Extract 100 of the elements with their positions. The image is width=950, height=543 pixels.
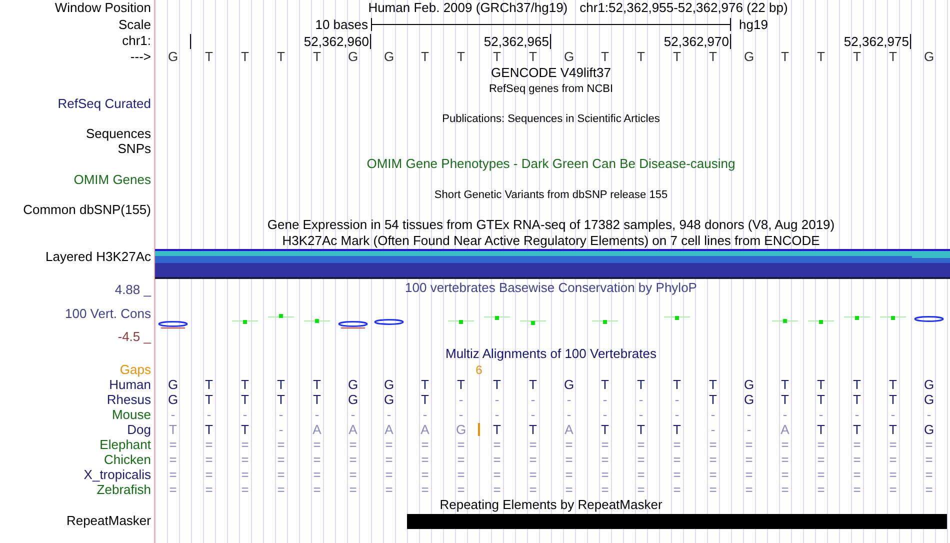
alignment-base: T: [421, 392, 429, 406]
alignment-base: T: [673, 378, 681, 392]
alignment-base: =: [925, 438, 933, 452]
alignment-base: T: [853, 422, 861, 436]
axis-max-label: 4.88 _: [114, 283, 151, 297]
track-title: Short Genetic Variants from dbSNP release 155: [434, 188, 668, 202]
alignment-base: =: [709, 468, 717, 482]
alignment-base: -: [278, 408, 284, 422]
alignment-base: =: [637, 452, 645, 466]
alignment-base: T: [853, 378, 861, 392]
alignment-base: T: [889, 378, 897, 392]
alignment-base: -: [710, 408, 716, 422]
alignment-base: =: [745, 452, 753, 466]
alignment-base: =: [277, 452, 285, 466]
alignment-base: -: [818, 408, 824, 422]
alignment-base: -: [566, 392, 572, 406]
track-label: chr1:: [122, 34, 151, 48]
alignment-base: =: [205, 468, 213, 482]
alignment-base: =: [889, 482, 897, 496]
alignment-base: =: [169, 468, 177, 482]
alignment-base: G: [384, 378, 394, 392]
ruler-tick: 52,362,970: [664, 34, 731, 48]
alignment-base: =: [709, 438, 717, 452]
alignment-base: T: [601, 422, 609, 436]
alignment-base: =: [637, 468, 645, 482]
alignment-base: T: [817, 392, 825, 406]
track-label: RefSeq Curated: [58, 96, 151, 110]
alignment-base: =: [457, 452, 465, 466]
sequence-base: T: [313, 50, 321, 64]
sequence-base: T: [853, 50, 861, 64]
alignment-base: T: [493, 378, 501, 392]
alignment-base: T: [241, 378, 249, 392]
alignment-base: =: [853, 468, 861, 482]
alignment-base: -: [926, 408, 932, 422]
alignment-base: =: [457, 468, 465, 482]
alignment-base: -: [242, 408, 248, 422]
alignment-base: =: [241, 452, 249, 466]
alignment-base: -: [350, 408, 356, 422]
alignment-base: T: [853, 392, 861, 406]
alignment-base: =: [169, 438, 177, 452]
alignment-base: =: [601, 452, 609, 466]
alignment-base: =: [421, 482, 429, 496]
sequence-base: T: [277, 50, 285, 64]
track-title: Publications: Sequences in Scientific Articles: [442, 112, 660, 126]
alignment-base: =: [889, 452, 897, 466]
track-label: OMIM Genes: [74, 172, 151, 186]
alignment-base: =: [493, 468, 501, 482]
alignment-base: -: [314, 408, 320, 422]
alignment-base: A: [564, 422, 574, 436]
alignment-base: =: [745, 468, 753, 482]
sequence-base: T: [781, 50, 789, 64]
sequence-base: T: [673, 50, 681, 64]
alignment-base: =: [529, 468, 537, 482]
alignment-base: =: [529, 452, 537, 466]
sequence-base: T: [817, 50, 825, 64]
alignment-base: =: [313, 468, 321, 482]
alignment-base: T: [421, 378, 429, 392]
alignment-base: -: [206, 408, 212, 422]
sequence-base: T: [241, 50, 249, 64]
track-label: SNPs: [118, 142, 151, 156]
alignment-base: -: [638, 408, 644, 422]
sequence-base: T: [205, 50, 213, 64]
alignment-base: =: [601, 468, 609, 482]
alignment-base: =: [601, 438, 609, 452]
alignment-base: =: [313, 452, 321, 466]
alignment-base: -: [674, 408, 680, 422]
sequence-base: G: [744, 50, 754, 64]
position-range: chr1:52,362,955-52,362,976 (22 bp): [580, 1, 788, 15]
alignment-base: -: [530, 408, 536, 422]
alignment-base: T: [889, 392, 897, 406]
alignment-base: -: [530, 392, 536, 406]
alignment-base: =: [457, 482, 465, 496]
alignment-base: A: [348, 422, 358, 436]
alignment-base: =: [709, 452, 717, 466]
alignment-base: =: [493, 482, 501, 496]
alignment-base: =: [637, 482, 645, 496]
alignment-base: T: [889, 422, 897, 436]
track-label: Layered H3K27Ac: [45, 250, 151, 264]
alignment-base: =: [781, 452, 789, 466]
alignment-base: -: [782, 408, 788, 422]
alignment-base: =: [385, 438, 393, 452]
ruler-tick: [189, 34, 191, 48]
alignment-base: G: [456, 422, 466, 436]
alignment-base: =: [277, 468, 285, 482]
alignment-base: =: [853, 482, 861, 496]
alignment-base: =: [709, 482, 717, 496]
alignment-base: =: [493, 452, 501, 466]
alignment-base: =: [349, 438, 357, 452]
alignment-base: -: [278, 422, 284, 436]
track-label: --->: [130, 50, 151, 64]
species-label: Human: [109, 378, 151, 392]
alignment-base: =: [565, 468, 573, 482]
alignment-base: =: [169, 452, 177, 466]
sequence-base: T: [601, 50, 609, 64]
axis-min-label: -4.5 _: [118, 330, 151, 344]
alignment-base: -: [494, 392, 500, 406]
alignment-base: =: [745, 438, 753, 452]
alignment-base: T: [529, 422, 537, 436]
alignment-base: G: [924, 422, 934, 436]
assembly-name: Human Feb. 2009 (GRCh37/hg19): [368, 1, 568, 15]
